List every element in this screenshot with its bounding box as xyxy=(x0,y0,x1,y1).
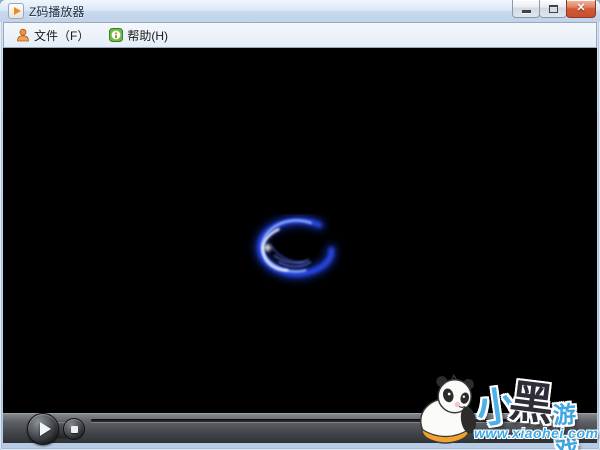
user-icon xyxy=(17,28,29,42)
menu-bar: 文件（F） 帮助(H) xyxy=(3,22,597,48)
close-button[interactable]: ✕ xyxy=(566,0,596,18)
close-icon: ✕ xyxy=(576,2,586,14)
play-icon xyxy=(39,422,51,436)
play-button[interactable] xyxy=(27,413,59,445)
player-window: Z码播放器 ✕ 文件（F） 帮助(H) 小 黑 游戏 www.xiaohei.c… xyxy=(0,0,600,450)
maximize-button[interactable] xyxy=(539,0,567,18)
loading-spinner-icon xyxy=(254,215,337,280)
stop-icon xyxy=(70,425,78,433)
menu-file-label: 文件（F） xyxy=(34,28,90,43)
title-bar[interactable]: Z码播放器 ✕ xyxy=(0,0,600,22)
seek-bar[interactable] xyxy=(91,419,546,422)
video-surface xyxy=(3,48,597,413)
minimize-icon xyxy=(521,10,531,13)
menu-help-label: 帮助(H) xyxy=(127,28,169,43)
help-icon xyxy=(109,28,124,42)
minimize-button[interactable] xyxy=(512,0,540,18)
app-play-icon xyxy=(8,3,24,19)
transport-controls xyxy=(25,413,85,445)
maximize-icon xyxy=(548,4,558,13)
window-title: Z码播放器 xyxy=(29,4,85,19)
menu-file[interactable]: 文件（F） xyxy=(10,25,97,46)
stop-button[interactable] xyxy=(63,418,85,440)
control-bar xyxy=(3,413,597,445)
menu-help[interactable]: 帮助(H) xyxy=(103,25,176,46)
